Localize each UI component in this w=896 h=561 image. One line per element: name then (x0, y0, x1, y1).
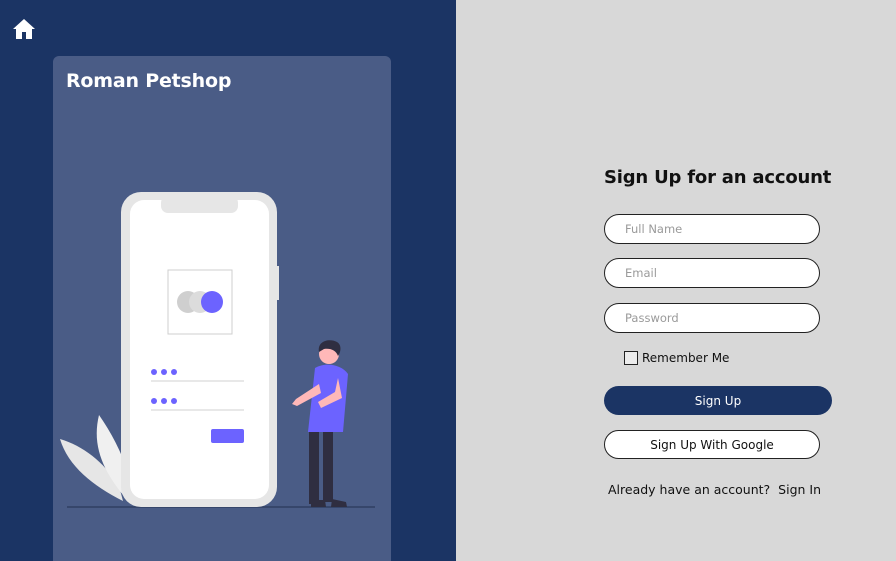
home-icon[interactable] (12, 18, 36, 40)
illustration-card: Roman Petshop (53, 56, 391, 561)
google-sign-up-button[interactable]: Sign Up With Google (604, 430, 820, 459)
form-title: Sign Up for an account (604, 167, 832, 188)
remember-me[interactable]: Remember Me (624, 351, 729, 365)
remember-me-checkbox[interactable] (624, 351, 638, 365)
password-input[interactable] (604, 303, 820, 333)
brand-name: Roman Petshop (66, 70, 232, 92)
hero-panel: Roman Petshop (0, 0, 456, 561)
remember-me-label: Remember Me (642, 351, 730, 365)
sign-up-button[interactable]: Sign Up (604, 386, 832, 415)
signup-illustration (60, 192, 375, 508)
sign-in-link[interactable]: Sign In (778, 482, 821, 497)
signup-panel: Sign Up for an account Remember Me Sign … (456, 0, 896, 561)
email-input[interactable] (604, 258, 820, 288)
signin-prompt: Already have an account? (608, 482, 771, 497)
full-name-input[interactable] (604, 214, 820, 244)
signin-prompt-row: Already have an account? Sign In (608, 482, 821, 497)
